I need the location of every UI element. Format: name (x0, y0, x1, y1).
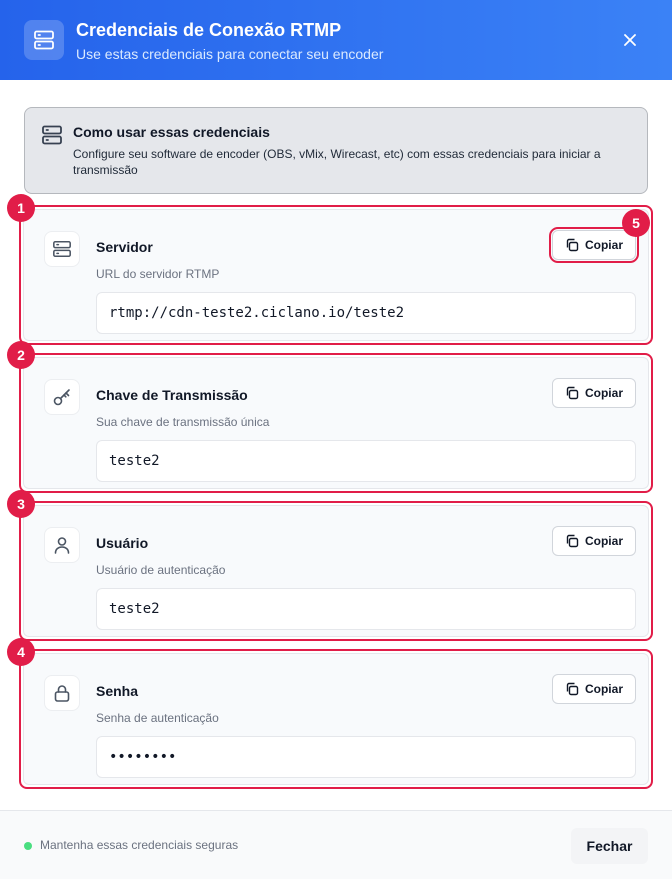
dialog-subtitle: Use estas credenciais para conectar seu … (76, 46, 384, 62)
field-title: Usuário (96, 535, 149, 551)
field-description: Senha de autenticação (96, 711, 219, 725)
copy-stream-key-button[interactable]: Copiar (552, 378, 636, 408)
password-value[interactable]: •••••••• (96, 736, 636, 778)
server-icon (44, 231, 80, 267)
copy-username-button[interactable]: Copiar (552, 526, 636, 556)
field-card-password: Senha Senha de autenticação Copiar •••••… (19, 649, 653, 789)
server-icon (24, 20, 64, 60)
username-value[interactable]: teste2 (96, 588, 636, 630)
annotation-badge-4: 4 (7, 638, 35, 666)
user-icon (44, 527, 80, 563)
footer-status-text: Mantenha essas credenciais seguras (40, 838, 239, 852)
server-url-value[interactable]: rtmp://cdn-teste2.ciclano.io/teste2 (96, 292, 636, 334)
dialog-header: Credenciais de Conexão RTMP Use estas cr… (0, 0, 672, 80)
stream-key-value[interactable]: teste2 (96, 440, 636, 482)
key-icon (44, 379, 80, 415)
copy-icon (566, 238, 579, 252)
copy-server-button[interactable]: Copiar (549, 227, 639, 263)
info-title: Como usar essas credenciais (73, 124, 270, 140)
field-card-stream-key: Chave de Transmissão Sua chave de transm… (19, 353, 653, 493)
field-description: Sua chave de transmissão única (96, 415, 270, 429)
field-description: Usuário de autenticação (96, 563, 226, 577)
copy-label: Copiar (584, 534, 623, 548)
info-box: Como usar essas credenciais Configure se… (24, 107, 648, 194)
field-title: Chave de Transmissão (96, 387, 248, 403)
copy-label: Copiar (584, 682, 623, 696)
field-title: Servidor (96, 239, 153, 255)
copy-password-button[interactable]: Copiar (552, 674, 636, 704)
annotation-badge-5: 5 (622, 209, 650, 237)
close-button[interactable] (616, 26, 644, 54)
field-card-server: Servidor URL do servidor RTMP Copiar rtm… (19, 205, 653, 345)
dialog-title: Credenciais de Conexão RTMP (76, 20, 342, 40)
close-icon (624, 34, 636, 46)
info-text: Configure seu software de encoder (OBS, … (73, 147, 601, 177)
copy-label: Copiar (584, 238, 623, 252)
copy-icon (566, 386, 579, 400)
annotation-badge-3: 3 (7, 490, 35, 518)
field-description: URL do servidor RTMP (96, 267, 220, 281)
copy-label: Copiar (584, 386, 623, 400)
copy-icon (566, 682, 579, 696)
annotation-badge-1: 1 (7, 194, 35, 222)
close-dialog-button[interactable]: Fechar (571, 828, 648, 864)
server-icon (42, 125, 62, 145)
annotation-badge-2: 2 (7, 341, 35, 369)
field-card-username: Usuário Usuário de autenticação Copiar t… (19, 501, 653, 641)
copy-icon (566, 534, 579, 548)
lock-icon (44, 675, 80, 711)
status-dot (24, 842, 32, 850)
dialog-footer: Mantenha essas credenciais seguras Fecha… (0, 810, 672, 879)
field-title: Senha (96, 683, 139, 699)
